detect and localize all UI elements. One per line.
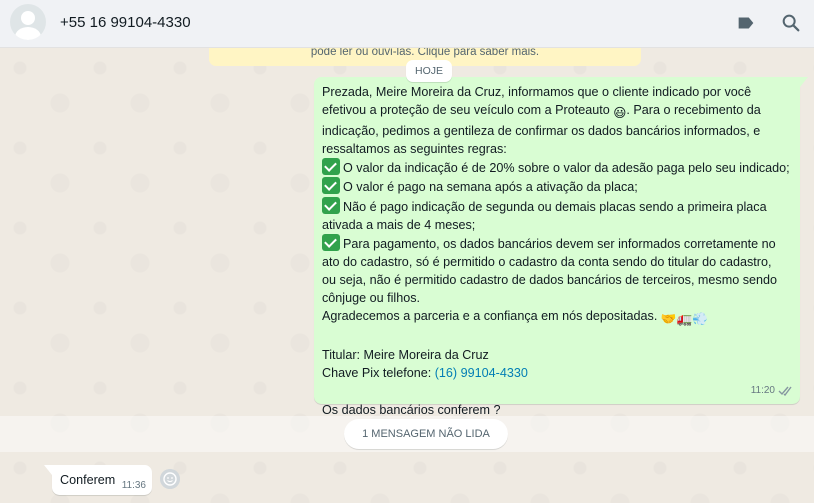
message-text: Conferem	[60, 473, 116, 487]
avatar-head-shape	[21, 11, 35, 25]
chat-header: +55 16 99104-4330	[0, 0, 814, 48]
rule-item: O valor é pago na semana após a ativação…	[322, 177, 790, 196]
message-line: indicação, pedimos a gentileza de confir…	[322, 124, 761, 139]
phone-link[interactable]: (16) 99104-4330	[435, 366, 528, 380]
search-icon[interactable]	[780, 12, 802, 34]
avatar-body-shape	[15, 27, 41, 40]
rule-item: Não é pago indicação de segunda ou demai…	[322, 196, 790, 216]
emoji-reaction-icon[interactable]	[160, 469, 180, 489]
message-line: Chave Pix telefone: (16) 99104-4330	[322, 366, 528, 381]
check-mark-icon	[322, 196, 340, 214]
bubble-tail	[44, 465, 52, 475]
message-line: efetivou a proteção de seu veículo com a…	[322, 101, 790, 122]
message-line: Os dados bancários conferem ?	[322, 402, 501, 417]
message-line: Agradecemos a parceria e a confiança em …	[322, 307, 790, 328]
outgoing-message[interactable]: Prezada, Meire Moreira da Cruz, informam…	[314, 77, 808, 417]
message-line: ato do cadastro, só é permitido o cadast…	[322, 254, 772, 269]
message-line: Titular: Meire Moreira da Cruz	[322, 348, 489, 363]
message-line: Prezada, Meire Moreira da Cruz, informam…	[322, 85, 752, 99]
incoming-message[interactable]: Conferem 11:36	[44, 465, 152, 495]
message-line: cônjuge ou filhos.	[322, 291, 421, 306]
handshake-truck-emoji-icon: 🤝🚛💨	[660, 312, 708, 327]
message-line: ativada a mais de 4 meses;	[322, 217, 476, 232]
message-meta: 11:20	[751, 382, 794, 400]
double-check-icon	[778, 386, 792, 396]
label-icon[interactable]	[735, 12, 757, 34]
date-divider: HOJE	[406, 60, 452, 82]
bubble-tail	[800, 77, 808, 87]
rule-item: Para pagamento, os dados bancários devem…	[322, 233, 790, 253]
check-mark-icon	[322, 158, 340, 176]
contact-name[interactable]: +55 16 99104-4330	[60, 14, 191, 31]
message-line: ressaltamos as seguintes regras:	[322, 142, 507, 157]
check-mark-icon	[322, 233, 340, 251]
contact-avatar[interactable]	[10, 4, 46, 40]
unread-messages-banner: 1 MENSAGEM NÃO LIDA	[344, 419, 508, 449]
smile-emoji-icon: 😃	[613, 106, 627, 121]
check-mark-icon	[322, 177, 340, 195]
message-time: 11:20	[750, 384, 775, 396]
message-line: ou seja, não é permitido cadastro de dad…	[322, 272, 778, 287]
message-time: 11:36	[121, 480, 146, 491]
rule-item: O valor da indicação é de 20% sobre o va…	[322, 158, 790, 177]
